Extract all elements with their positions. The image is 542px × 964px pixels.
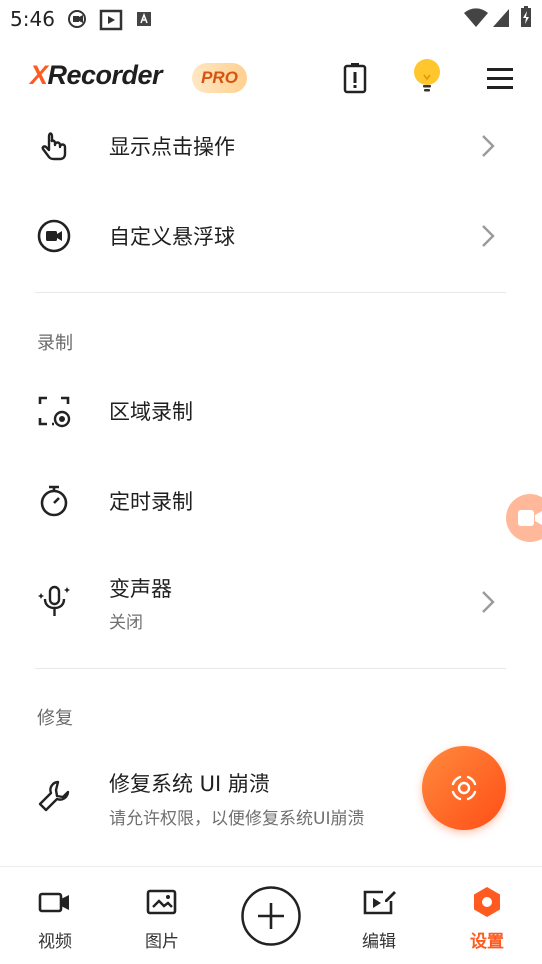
tips-lightbulb-icon[interactable] [412, 58, 442, 96]
menu-icon[interactable] [486, 66, 514, 90]
row-subtitle: 关闭 [109, 613, 143, 633]
edit-video-icon [363, 890, 396, 915]
nav-label: 设置 [470, 932, 504, 952]
custom-float-ball-row[interactable]: 自定义悬浮球 [0, 200, 542, 272]
pro-badge[interactable]: PRO [192, 63, 247, 93]
wifi-icon [464, 8, 488, 27]
row-title: 定时录制 [109, 490, 193, 514]
bottom-nav: 视频 图片 编辑 设置 [0, 866, 542, 964]
device-alert-icon[interactable] [340, 62, 370, 94]
area-record-row[interactable]: 区域录制 [0, 376, 542, 446]
row-title: 修复系统 UI 崩溃 [109, 772, 270, 796]
nav-label: 图片 [145, 932, 179, 952]
wrench-icon [38, 780, 70, 812]
area-capture-icon [38, 396, 71, 428]
app-logo: XRecorder [30, 60, 163, 90]
nav-item-edit[interactable]: 编辑 [339, 867, 419, 964]
chevron-right-icon [482, 591, 495, 613]
nav-item-videos[interactable]: 视频 [15, 867, 95, 964]
image-icon [146, 889, 177, 915]
voice-changer-mic-icon [38, 585, 70, 616]
divider [35, 292, 506, 293]
show-touches-row[interactable]: 显示点击操作 [0, 110, 542, 182]
nav-item-settings[interactable]: 设置 [447, 867, 527, 964]
section-header-repair: 修复 [37, 708, 73, 729]
screen-record-status-icon [68, 10, 86, 28]
divider [35, 668, 506, 669]
voice-changer-row[interactable]: 变声器 关闭 [0, 560, 542, 642]
row-title: 自定义悬浮球 [109, 225, 235, 249]
section-header-record: 录制 [37, 333, 73, 354]
row-title: 变声器 [109, 577, 172, 601]
battery-charging-icon [521, 6, 531, 27]
camera-circle-icon [37, 219, 71, 253]
row-subtitle: 请允许权限，以便修复系统UI崩溃 [109, 809, 365, 829]
timed-record-row[interactable]: 定时录制 [0, 466, 542, 536]
video-camera-icon [518, 510, 542, 526]
nav-label: 视频 [38, 932, 72, 952]
status-bar: 5:46 [0, 0, 542, 40]
chevron-right-icon [482, 225, 495, 247]
add-icon [241, 886, 301, 946]
nav-add-button[interactable] [240, 885, 302, 947]
row-title: 显示点击操作 [109, 135, 235, 159]
record-icon [451, 775, 477, 801]
nav-item-images[interactable]: 图片 [122, 867, 202, 964]
touch-hand-icon [41, 132, 67, 161]
picture-in-picture-status-icon [99, 9, 123, 31]
chevron-right-icon [482, 135, 495, 157]
app-notification-status-icon [137, 12, 151, 26]
record-fab-button[interactable] [422, 746, 506, 830]
settings-hexagon-icon [474, 887, 500, 917]
status-time: 5:46 [10, 7, 55, 31]
cellular-signal-icon [493, 9, 509, 27]
nav-label: 编辑 [362, 932, 396, 952]
timer-icon [40, 485, 68, 517]
video-icon [38, 892, 69, 913]
row-title: 区域录制 [109, 400, 193, 424]
